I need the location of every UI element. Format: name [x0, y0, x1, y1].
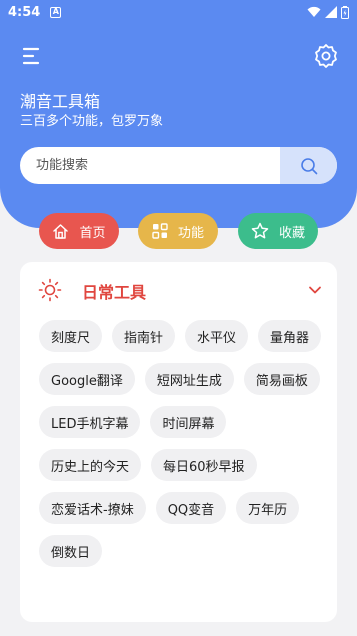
tool-chip[interactable]: LED手机字幕: [39, 406, 141, 438]
notification-icon: A: [50, 6, 62, 18]
battery-icon: [341, 5, 349, 19]
tool-list: 刻度尺 指南针 水平仪 量角器 Google翻译 短网址生成 简易画板 LED手…: [39, 320, 329, 567]
tool-chip[interactable]: 指南针: [112, 320, 176, 352]
tool-chip[interactable]: 倒数日: [39, 535, 103, 567]
signal-icon: [325, 6, 337, 18]
gear-icon: [315, 44, 337, 68]
wifi-icon: [307, 6, 321, 17]
tool-chip[interactable]: 简易画板: [243, 363, 320, 395]
nav-home-button[interactable]: 首页: [39, 213, 119, 249]
tool-chip[interactable]: 每日60秒早报: [151, 449, 257, 481]
nav-functions-label: 功能: [177, 225, 204, 241]
sun-icon: [38, 278, 62, 302]
star-icon: [251, 222, 269, 239]
tool-chip[interactable]: 量角器: [258, 320, 322, 352]
search-icon: [300, 157, 317, 174]
tool-chip[interactable]: 历史上的今天: [39, 449, 142, 481]
section-title: 日常工具: [82, 283, 147, 302]
status-bar: 4:54 A: [0, 0, 357, 24]
tool-chip[interactable]: 水平仪: [185, 320, 249, 352]
nav-home-label: 首页: [79, 225, 106, 241]
tool-chip[interactable]: 万年历: [236, 492, 300, 524]
nav-favorites-button[interactable]: 收藏: [238, 213, 318, 249]
tool-chip[interactable]: 时间屏幕: [150, 406, 227, 438]
tool-chip[interactable]: Google翻译: [39, 363, 135, 395]
chevron-down-icon[interactable]: [308, 284, 322, 296]
app-subtitle: 三百多个功能，包罗万象: [20, 114, 164, 129]
search-button[interactable]: [280, 147, 337, 184]
status-indicators: [307, 5, 349, 19]
status-time: 4:54: [8, 4, 41, 20]
menu-icon: [22, 47, 40, 65]
nav-functions-button[interactable]: 功能: [138, 213, 218, 249]
grid-icon: [152, 223, 168, 239]
tool-chip[interactable]: 短网址生成: [144, 363, 234, 395]
tool-chip[interactable]: 恋爱话术-撩妹: [39, 492, 146, 524]
tool-chip[interactable]: QQ变音: [155, 492, 227, 524]
search-input[interactable]: [20, 147, 280, 184]
app-title: 潮音工具箱: [20, 92, 101, 111]
menu-button[interactable]: [18, 44, 44, 68]
nav-favorites-label: 收藏: [278, 225, 305, 241]
search-bar: [20, 147, 337, 184]
section-header[interactable]: 日常工具: [20, 262, 337, 318]
tool-chip[interactable]: 刻度尺: [39, 320, 103, 352]
settings-button[interactable]: [313, 43, 339, 69]
home-icon: [53, 223, 69, 239]
daily-tools-card: 日常工具 刻度尺 指南针 水平仪 量角器 Google翻译 短网址生成 简易画板…: [20, 262, 337, 622]
